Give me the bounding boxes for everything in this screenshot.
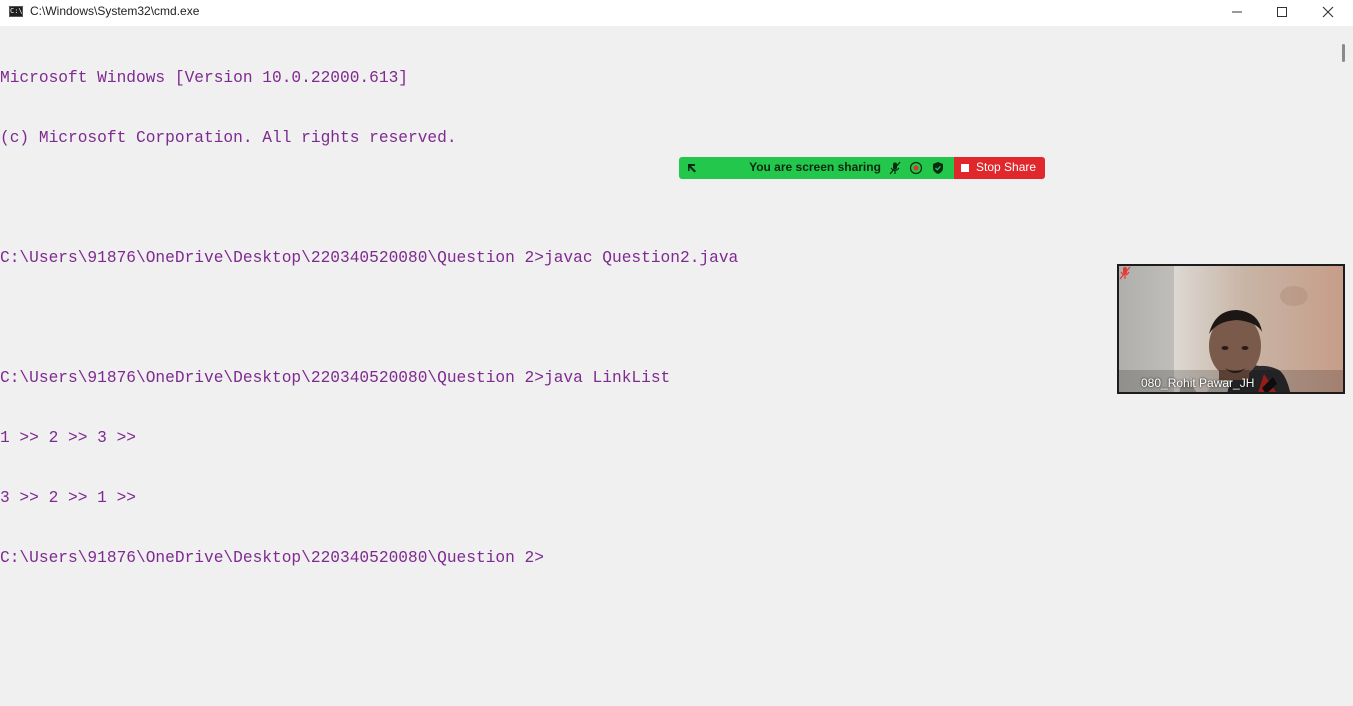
share-status-panel[interactable]: You are screen sharing bbox=[679, 157, 954, 179]
close-icon bbox=[1322, 6, 1334, 18]
title-bar: C:\ C:\Windows\System32\cmd.exe bbox=[0, 0, 1353, 26]
close-button[interactable] bbox=[1305, 0, 1351, 24]
maximize-icon bbox=[1277, 7, 1287, 17]
cmd-icon: C:\ bbox=[9, 6, 23, 17]
participant-video-feed bbox=[1119, 266, 1343, 392]
share-status-text: You are screen sharing bbox=[749, 160, 881, 174]
terminal-line: (c) Microsoft Corporation. All rights re… bbox=[0, 129, 457, 147]
maximize-button[interactable] bbox=[1259, 0, 1305, 24]
terminal-line: 1 >> 2 >> 3 >> bbox=[0, 429, 136, 447]
window-title: C:\Windows\System32\cmd.exe bbox=[30, 4, 200, 18]
record-icon[interactable] bbox=[909, 161, 923, 175]
participant-video[interactable]: 080_Rohit Pawar_JH bbox=[1117, 264, 1345, 394]
screen-share-bar: You are screen sharing Stop Share bbox=[679, 157, 1045, 179]
shield-icon[interactable] bbox=[931, 161, 945, 175]
minimize-icon bbox=[1232, 11, 1242, 13]
scroll-thumb[interactable] bbox=[1342, 44, 1345, 62]
stop-share-button[interactable]: Stop Share bbox=[954, 157, 1045, 179]
terminal-prompt: C:\Users\91876\OneDrive\Desktop\22034052… bbox=[0, 549, 544, 567]
terminal-line: 3 >> 2 >> 1 >> bbox=[0, 489, 136, 507]
drag-handle-icon[interactable] bbox=[685, 161, 699, 175]
mic-muted-icon bbox=[1119, 266, 1131, 280]
minimize-button[interactable] bbox=[1214, 0, 1260, 24]
stop-square-icon bbox=[961, 164, 969, 172]
mic-muted-icon[interactable] bbox=[888, 161, 902, 175]
terminal-line: Microsoft Windows [Version 10.0.22000.61… bbox=[0, 69, 408, 87]
stop-share-label: Stop Share bbox=[976, 160, 1037, 174]
participant-name: 080_Rohit Pawar_JH bbox=[1141, 376, 1255, 390]
